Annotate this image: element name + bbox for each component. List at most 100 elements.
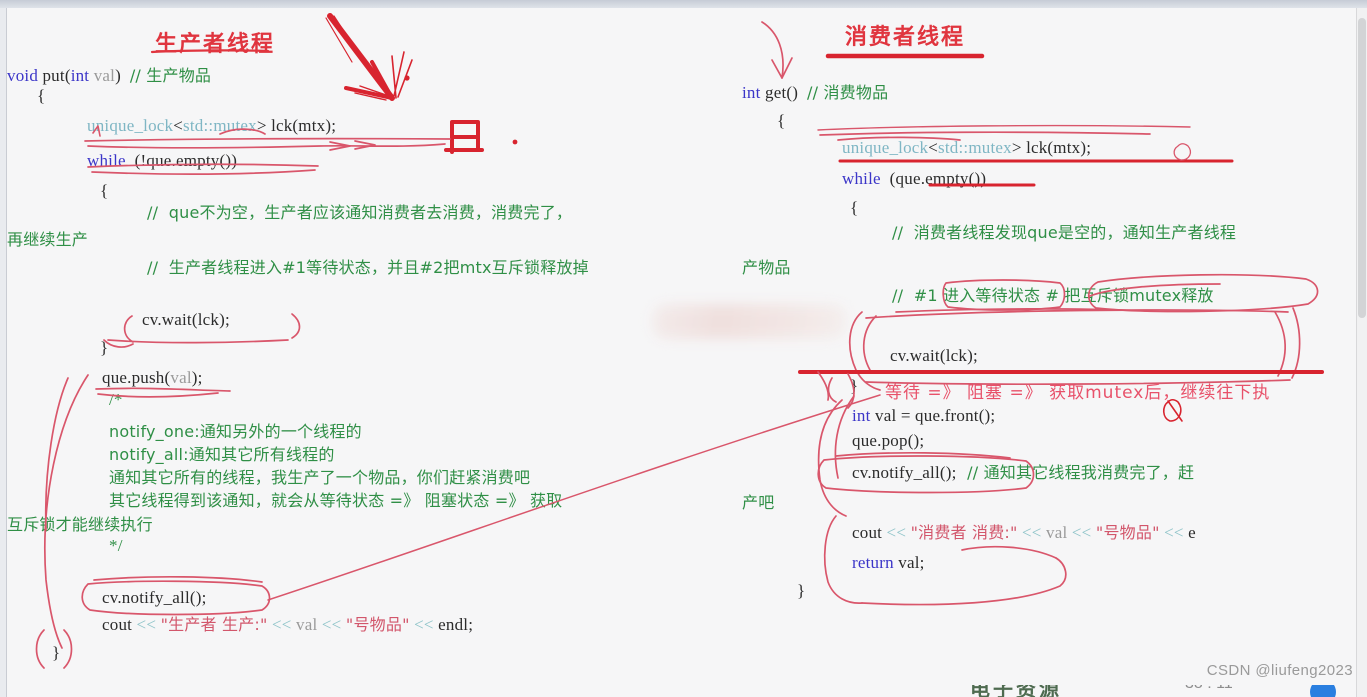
code-token: cout xyxy=(852,523,887,542)
blue-circle-icon[interactable] xyxy=(1310,685,1336,697)
code-token: 其它线程得到该通知，就会从等待状态 =》 阻塞状态 =》 获取 xyxy=(109,491,563,510)
vertical-scrollbar-thumb[interactable] xyxy=(1358,18,1366,318)
code-token: // 生产者线程进入#1等待状态，并且#2把mtx互斥锁释放掉 xyxy=(147,258,589,277)
vertical-scrollbar-track[interactable] xyxy=(1356,8,1367,697)
code-token: << xyxy=(267,615,297,634)
code-token: std::mutex xyxy=(183,116,257,135)
code-line: 其它线程得到该通知，就会从等待状态 =》 阻塞状态 =》 获取 xyxy=(109,491,562,510)
code-token: // 生产物品 xyxy=(129,66,212,85)
code-token: while xyxy=(87,151,126,170)
code-line: unique_lock<std::mutex> lck(mtx); xyxy=(842,138,1091,157)
code-token: /* xyxy=(109,390,123,409)
code-token: << xyxy=(317,615,346,634)
code-line: // 消费者线程发现que是空的，通知生产者线程 xyxy=(892,223,1236,242)
code-line: 再继续生产 xyxy=(7,230,88,249)
code-token: put xyxy=(42,66,65,85)
code-line: } xyxy=(850,376,858,395)
code-token: val = que.front(); xyxy=(875,406,996,425)
code-token: cv.wait(lck); xyxy=(890,346,978,365)
code-token: << xyxy=(136,615,161,634)
code-line: que.push(val); xyxy=(102,368,203,387)
code-token: { xyxy=(850,198,859,217)
code-token: << xyxy=(1067,523,1096,542)
code-token: unique_lock xyxy=(87,116,174,135)
code-token: // #1 进入等待状态 # 把互斥锁mutex释放 xyxy=(892,286,1214,305)
code-token: while xyxy=(842,169,881,188)
csdn-watermark: CSDN @liufeng2023 xyxy=(1206,662,1353,679)
code-token: 互斥锁才能继续执行 xyxy=(7,515,153,534)
code-token: val; xyxy=(898,553,925,572)
code-token: } xyxy=(850,376,859,395)
code-token: e xyxy=(1188,523,1196,542)
code-line: // que不为空，生产者应该通知消费者去消费，消费完了， xyxy=(147,203,572,222)
code-token: < xyxy=(928,138,939,157)
code-token: val xyxy=(296,615,318,634)
code-token: // 消费者线程发现que是空的，通知生产者线程 xyxy=(892,223,1237,242)
code-token: << xyxy=(1159,523,1189,542)
code-token: cv.wait(lck); xyxy=(142,310,230,329)
code-line: } xyxy=(100,338,108,357)
code-line: while (que.empty()) xyxy=(842,169,986,188)
code-line: cv.notify_all(); xyxy=(102,588,207,607)
code-line: int get() // 消费物品 xyxy=(742,83,888,102)
code-token: } xyxy=(797,581,806,600)
code-line: 互斥锁才能继续执行 xyxy=(7,515,153,534)
code-line: } xyxy=(52,643,60,662)
code-token: // 通知其它线程我消费完了，赶 xyxy=(956,463,1195,482)
code-line: notify_all:通知其它所有线程的 xyxy=(109,445,335,464)
code-token: get() xyxy=(765,83,807,102)
code-token: que.pop(); xyxy=(852,431,925,450)
code-line: while (!que.empty()) xyxy=(87,151,237,170)
code-line: 产吧 xyxy=(742,493,774,512)
code-line: */ xyxy=(109,536,123,555)
code-line: } xyxy=(797,581,805,600)
code-line: return val; xyxy=(852,553,925,572)
code-token: int xyxy=(742,83,765,102)
code-line: que.pop(); xyxy=(852,431,924,450)
code-line: cv.notify_all(); // 通知其它线程我消费完了，赶 xyxy=(852,463,1194,482)
code-token: val xyxy=(93,66,116,85)
code-line: { xyxy=(100,181,108,200)
wait-block-red-note: 等待 =》 阻塞 =》 获取mutex后，继续往下执 xyxy=(885,383,1271,403)
code-token: // 消费物品 xyxy=(807,83,889,102)
code-line: unique_lock<std::mutex> lck(mtx); xyxy=(87,116,336,135)
code-line: cout << "生产者 生产:" << val << "号物品" << end… xyxy=(102,615,473,634)
code-token: > lck(mtx); xyxy=(256,116,337,135)
code-token: (!que.empty()) xyxy=(125,151,238,170)
code-token: { xyxy=(100,181,109,200)
code-line: cv.wait(lck); xyxy=(890,346,978,365)
code-line: 产物品 xyxy=(742,258,791,277)
bottom-time-label: 38 : 11 xyxy=(1185,685,1233,693)
code-line: { xyxy=(777,111,785,130)
code-token: return xyxy=(852,553,899,572)
code-token: "号物品" xyxy=(345,615,410,634)
code-token: 产物品 xyxy=(742,258,791,277)
code-line: // 生产者线程进入#1等待状态，并且#2把mtx互斥锁释放掉 xyxy=(147,258,589,277)
code-line: 通知其它所有的线程，我生产了一个物品，你们赶紧消费吧 xyxy=(109,468,530,487)
code-token: << xyxy=(409,615,439,634)
code-token: ) xyxy=(115,66,130,85)
window-top-band xyxy=(0,0,1367,8)
code-token: notify_all:通知其它所有线程的 xyxy=(109,445,335,464)
code-token: endl; xyxy=(438,615,474,634)
blurred-redaction-patch xyxy=(652,304,847,339)
code-line: // #1 进入等待状态 # 把互斥锁mutex释放 xyxy=(892,286,1214,305)
code-token: std::mutex xyxy=(938,138,1012,157)
code-line: cout << "消费者 消费:" << val << "号物品" << e xyxy=(852,523,1196,542)
code-token: "消费者 消费:" xyxy=(910,523,1018,542)
code-token: { xyxy=(37,86,46,105)
code-token: > lck(mtx); xyxy=(1011,138,1092,157)
code-token: cout xyxy=(102,615,137,634)
code-token: << xyxy=(886,523,911,542)
code-token: < xyxy=(173,116,184,135)
code-token: cv.notify_all(); xyxy=(102,588,207,607)
code-token: "生产者 生产:" xyxy=(160,615,268,634)
code-token: 产吧 xyxy=(742,493,775,512)
code-line: int val = que.front(); xyxy=(852,406,995,425)
code-token: << xyxy=(1017,523,1047,542)
code-token: val xyxy=(1046,523,1068,542)
code-token: ); xyxy=(191,368,203,387)
code-line: { xyxy=(37,86,45,105)
code-token: que.push( xyxy=(102,368,171,387)
code-line: /* xyxy=(109,390,123,409)
